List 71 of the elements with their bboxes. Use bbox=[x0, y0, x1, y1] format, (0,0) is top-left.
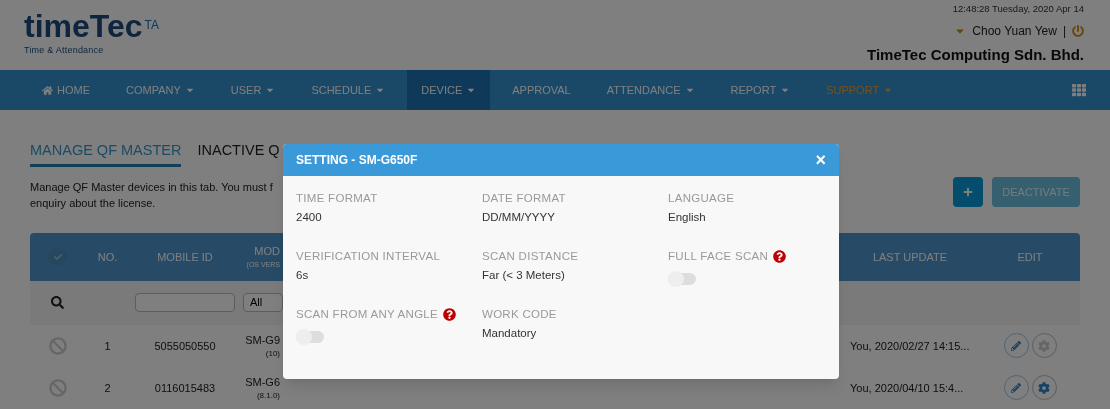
help-icon[interactable] bbox=[443, 308, 456, 322]
nav-item[interactable]: DEVICE bbox=[407, 70, 491, 110]
field-label: LANGUAGE bbox=[668, 191, 735, 206]
disabled-icon bbox=[48, 378, 67, 397]
field-value: 6s bbox=[296, 268, 310, 284]
nav-item[interactable]: ATTENDANCE bbox=[592, 70, 709, 110]
home-icon bbox=[42, 84, 53, 96]
field-label: WORK CODE bbox=[482, 307, 557, 322]
field-label: VERIFICATION INTERVAL bbox=[296, 249, 441, 264]
select-all-checkbox[interactable] bbox=[48, 247, 67, 267]
field-value: Mandatory bbox=[482, 326, 538, 342]
os-version: (8.1.0) bbox=[256, 390, 280, 402]
toggle-switch[interactable] bbox=[668, 273, 696, 286]
table-cell-text: 1 bbox=[103, 338, 112, 354]
add-button[interactable] bbox=[953, 176, 983, 207]
table-cell-text: SM-G6 bbox=[245, 374, 280, 390]
separator: | bbox=[1062, 23, 1066, 41]
page-tab[interactable]: INACTIVE Q bbox=[197, 140, 280, 167]
logo-tagline: Time & Attendance bbox=[24, 44, 105, 57]
datetime: 12:48:28 Tuesday, 2020 Apr 14 bbox=[952, 2, 1084, 16]
nav-item[interactable]: SCHEDULE bbox=[297, 70, 400, 110]
nav-item[interactable]: APPROVAL bbox=[498, 70, 585, 110]
table-cell-text: SM-G9 bbox=[245, 332, 280, 348]
field-label: TIME FORMAT bbox=[296, 191, 378, 206]
gear-icon bbox=[1038, 339, 1050, 352]
nav-item[interactable]: HOME bbox=[28, 70, 104, 110]
power-icon[interactable] bbox=[1072, 25, 1084, 38]
column-header: MOBILE ID bbox=[156, 249, 214, 265]
apps-icon[interactable] bbox=[1072, 83, 1086, 97]
close-button[interactable]: × bbox=[815, 151, 826, 169]
mobile-id-filter[interactable] bbox=[135, 293, 235, 313]
column-header: NO. bbox=[96, 249, 119, 265]
table-cell-text: You, 2020/02/27 14:15... bbox=[849, 338, 971, 354]
model-filter[interactable]: All bbox=[243, 293, 283, 313]
column-header: MOD bbox=[254, 244, 280, 260]
field-label: SCAN FROM ANY ANGLE bbox=[296, 307, 438, 322]
table-cell-text: You, 2020/04/10 15:4... bbox=[849, 380, 965, 396]
field-label: SCAN DISTANCE bbox=[482, 249, 579, 264]
field-value: Far (< 3 Meters) bbox=[482, 268, 566, 284]
gear-icon bbox=[1038, 381, 1050, 394]
nav-item[interactable]: SUPPORT bbox=[812, 70, 908, 110]
help-icon[interactable] bbox=[773, 250, 787, 264]
column-header: LAST UPDATE bbox=[871, 249, 949, 265]
pencil-icon bbox=[1011, 382, 1021, 393]
check-icon bbox=[53, 252, 62, 261]
os-version: (10) bbox=[265, 348, 280, 360]
nav-item[interactable]: COMPANY bbox=[112, 70, 209, 110]
page-tab[interactable]: MANAGE QF MASTER bbox=[30, 140, 182, 167]
table-cell-text: 2 bbox=[103, 380, 112, 396]
nav-item[interactable]: USER bbox=[216, 70, 290, 110]
logo-superscript: TA bbox=[144, 17, 159, 34]
column-header: EDIT bbox=[1016, 249, 1044, 265]
field-label: FULL FACE SCAN bbox=[668, 249, 769, 264]
search-icon[interactable] bbox=[51, 296, 64, 310]
nav-item[interactable]: REPORT bbox=[716, 70, 805, 110]
description-text: Manage QF Master devices in this tab. You must f bbox=[30, 179, 273, 195]
description-text: enquiry about the license. bbox=[30, 195, 157, 211]
user-name[interactable]: Choo Yuan Yew bbox=[972, 22, 1057, 41]
table-cell-text: 5055050550 bbox=[153, 338, 217, 354]
table-cell-text: 0116015483 bbox=[153, 380, 217, 396]
toggle-switch[interactable] bbox=[296, 331, 324, 344]
logo-text: timeTec bbox=[24, 8, 143, 44]
field-value: English bbox=[668, 210, 707, 226]
field-label: DATE FORMAT bbox=[482, 191, 566, 206]
pencil-icon bbox=[1011, 340, 1021, 351]
plus-icon bbox=[963, 186, 973, 197]
field-value: DD/MM/YYYY bbox=[482, 210, 556, 226]
disabled-icon bbox=[48, 336, 67, 355]
field-value: 2400 bbox=[296, 210, 323, 226]
company-name: TimeTec Computing Sdn. Bhd. bbox=[867, 45, 1084, 66]
dialog-title: SETTING - SM-G650F bbox=[296, 152, 418, 169]
